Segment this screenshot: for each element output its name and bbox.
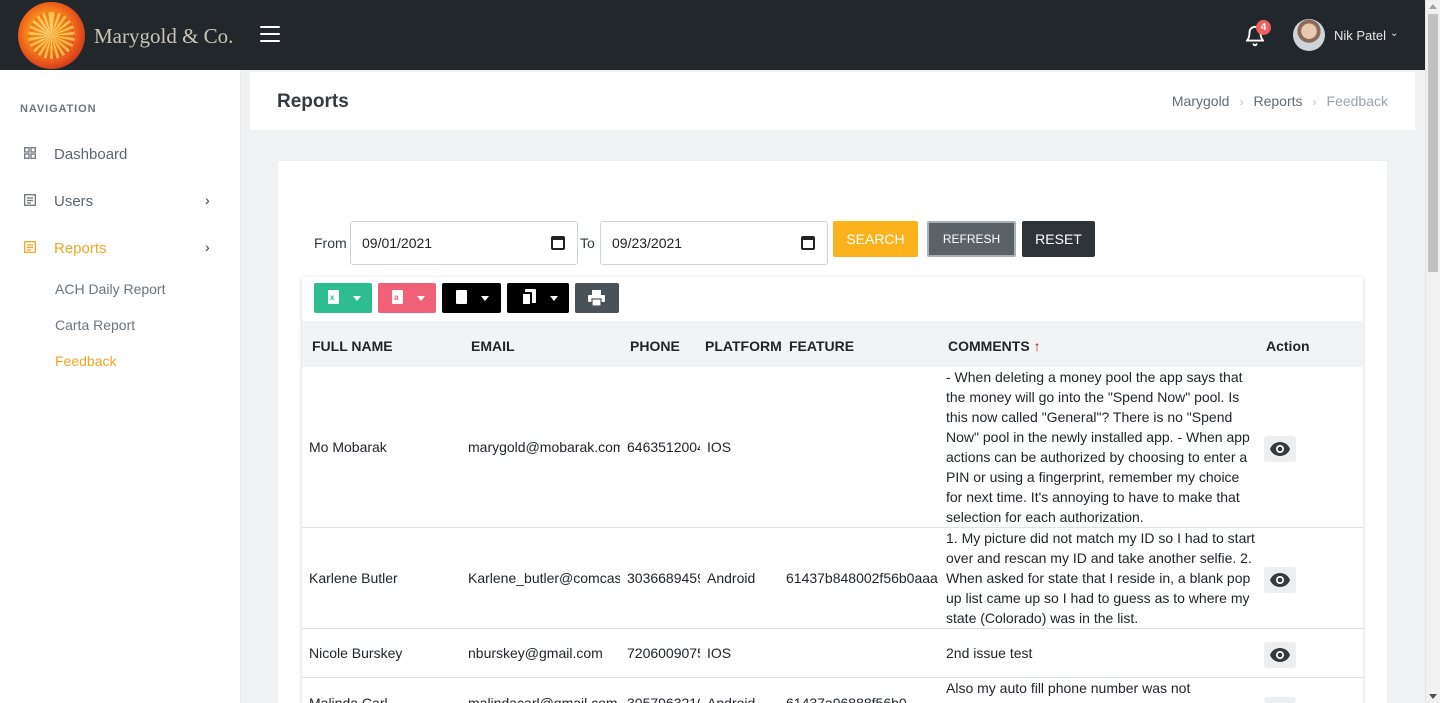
page-title: Reports xyxy=(277,91,349,112)
cell-full-name: Karlene Butler xyxy=(309,570,398,586)
sidebar-item-label: Reports xyxy=(54,240,107,257)
copy-button[interactable] xyxy=(507,283,569,313)
scroll-down-icon[interactable] xyxy=(1429,694,1437,699)
cell-platform: Android xyxy=(707,695,756,703)
refresh-button[interactable]: REFRESH xyxy=(927,221,1016,257)
view-button[interactable] xyxy=(1264,567,1296,593)
export-excel-button[interactable]: x xyxy=(314,283,372,313)
cell-email: nburskey@gmail.com xyxy=(468,645,603,661)
brand-logo[interactable] xyxy=(18,2,85,69)
nav-section-title: NAVIGATION xyxy=(20,103,97,115)
from-date-value: 09/01/2021 xyxy=(362,235,433,251)
from-date-input[interactable]: 09/01/2021 xyxy=(350,221,578,265)
cell-phone: 7206009075 xyxy=(627,645,700,661)
cell-comments: Also my auto fill phone number was not xyxy=(946,680,1191,696)
column-header-comments[interactable]: COMMENTS ↑ xyxy=(948,338,1041,354)
to-date-value: 09/23/2021 xyxy=(612,235,683,251)
print-icon xyxy=(588,290,605,306)
cell-full-name: Nicole Burskey xyxy=(309,645,403,661)
column-header-action: Action xyxy=(1266,338,1310,354)
sort-ascending-icon: ↑ xyxy=(1033,338,1041,354)
caret-down-icon xyxy=(353,296,361,301)
sidebar-subitem-carta-report[interactable]: Carta Report xyxy=(55,317,135,333)
eye-icon xyxy=(1270,442,1290,456)
cell-feature: 61437a96888f56b0 xyxy=(786,695,907,703)
cell-platform: IOS xyxy=(707,439,732,455)
sidebar-item-reports[interactable]: Reports › xyxy=(0,228,240,268)
to-label: To xyxy=(580,235,595,251)
eye-icon xyxy=(1270,573,1290,587)
sidebar-subitem-ach-daily-report[interactable]: ACH Daily Report xyxy=(55,281,165,297)
chevron-right-icon: › xyxy=(205,239,210,255)
breadcrumb-separator-icon: › xyxy=(1312,95,1317,109)
from-label: From xyxy=(314,235,347,251)
caret-down-icon xyxy=(481,296,489,301)
export-file-button[interactable] xyxy=(442,283,501,313)
column-header-phone[interactable]: PHONE xyxy=(630,338,680,354)
reset-button[interactable]: RESET xyxy=(1022,221,1095,257)
view-button[interactable] xyxy=(1264,436,1296,462)
view-button[interactable] xyxy=(1264,697,1296,703)
users-icon xyxy=(24,194,36,206)
chevron-down-icon[interactable]: ⌄ xyxy=(1390,28,1398,39)
chevron-right-icon: › xyxy=(205,192,210,208)
scroll-thumb[interactable] xyxy=(1428,14,1438,272)
cell-email: malindacarl@gmail.com xyxy=(468,695,618,703)
cell-comments: 2nd issue test xyxy=(946,645,1033,661)
column-header-full-name[interactable]: FULL NAME xyxy=(312,338,393,354)
cell-full-name: Malinda Carl xyxy=(309,695,388,703)
calendar-icon[interactable] xyxy=(551,236,565,250)
sidebar-item-label: Dashboard xyxy=(54,146,128,163)
eye-icon xyxy=(1270,648,1290,662)
breadcrumb: Marygold › Reports › Feedback xyxy=(1172,93,1388,109)
column-header-platform[interactable]: PLATFORM xyxy=(705,338,782,354)
row-divider xyxy=(302,628,1363,629)
sidebar-item-label: Users xyxy=(54,193,94,210)
breadcrumb-current: Feedback xyxy=(1326,93,1388,109)
search-button[interactable]: SEARCH xyxy=(833,221,918,257)
caret-down-icon xyxy=(417,296,425,301)
brand-name[interactable]: Marygold & Co. xyxy=(94,24,233,49)
print-button[interactable] xyxy=(575,283,619,313)
cell-email: marygold@mobarak.com xyxy=(468,439,620,455)
cell-phone: 3057963210 xyxy=(627,695,700,703)
breadcrumb-link-reports[interactable]: Reports xyxy=(1253,93,1302,109)
cell-email: Karlene_butler@comcast.net xyxy=(468,570,620,586)
page-scrollbar[interactable] xyxy=(1425,0,1440,703)
sidebar-subitem-feedback[interactable]: Feedback xyxy=(55,353,116,369)
cell-platform: IOS xyxy=(707,645,732,661)
user-name[interactable]: Nik Patel xyxy=(1334,28,1386,43)
column-header-label: COMMENTS xyxy=(948,338,1030,354)
cell-phone: 3036689459 xyxy=(627,570,700,586)
export-pdf-button[interactable]: a xyxy=(378,283,436,313)
calendar-icon[interactable] xyxy=(801,236,815,250)
to-date-input[interactable]: 09/23/2021 xyxy=(600,221,828,265)
caret-down-icon xyxy=(550,296,558,301)
view-button[interactable] xyxy=(1264,642,1296,668)
avatar[interactable] xyxy=(1293,19,1325,51)
breadcrumb-separator-icon: › xyxy=(1239,95,1244,109)
sidebar-item-users[interactable]: Users › xyxy=(0,181,240,221)
dashboard-icon xyxy=(24,147,36,159)
sidebar: NAVIGATION Dashboard Users › Reports › A… xyxy=(0,70,241,703)
menu-toggle-icon[interactable] xyxy=(260,26,280,42)
reports-icon xyxy=(24,241,36,253)
page-header: Reports Marygold › Reports › Feedback xyxy=(250,72,1415,130)
scroll-up-icon[interactable] xyxy=(1429,4,1437,9)
notification-badge: 4 xyxy=(1256,20,1271,35)
cell-full-name: Mo Mobarak xyxy=(309,439,387,455)
cell-comments: - When deleting a money pool the app say… xyxy=(946,369,1250,525)
sidebar-item-dashboard[interactable]: Dashboard xyxy=(0,134,240,174)
breadcrumb-link-marygold[interactable]: Marygold xyxy=(1172,93,1230,109)
cell-feature: 61437b848002f56b0aaa xyxy=(786,570,938,586)
cell-comments: 1. My picture did not match my ID so I h… xyxy=(946,530,1255,626)
cell-platform: Android xyxy=(707,570,756,586)
column-header-email[interactable]: EMAIL xyxy=(471,338,515,354)
cell-phone: 6463512004 xyxy=(627,439,700,455)
column-header-feature[interactable]: FEATURE xyxy=(789,338,854,354)
file-icon xyxy=(456,290,467,304)
top-bar: Marygold & Co. 4 Nik Patel ⌄ xyxy=(0,0,1425,70)
